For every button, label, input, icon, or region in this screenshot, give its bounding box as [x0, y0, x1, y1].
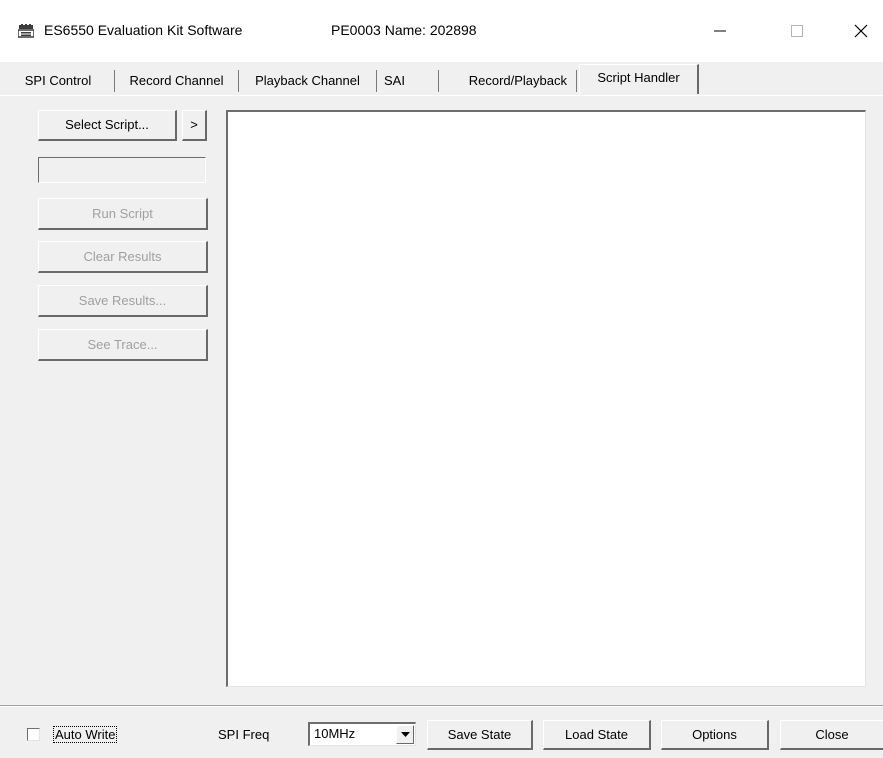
minimize-icon — [714, 30, 726, 32]
auto-write-checkbox[interactable] — [27, 728, 40, 741]
close-button[interactable]: Close — [780, 720, 883, 750]
tab-script-handler[interactable]: Script Handler — [579, 64, 699, 94]
tab-playback-channel[interactable]: Playback Channel — [239, 70, 377, 92]
load-state-label: Load State — [565, 727, 628, 742]
spi-freq-value: 10MHz — [314, 726, 356, 741]
close-window-button[interactable] — [838, 14, 883, 48]
tab-record-playback[interactable]: Record/Playback — [439, 70, 577, 92]
tab-spi-control[interactable]: SPI Control — [2, 70, 115, 92]
tab-label: Record Channel — [129, 73, 224, 88]
see-trace-button[interactable]: See Trace... — [38, 329, 208, 361]
window-subtitle: PE0003 Name: 202898 — [331, 22, 477, 38]
title-bar: ES6550 Evaluation Kit Software PE0003 Na… — [0, 0, 883, 62]
select-script-label: Select Script... — [65, 117, 149, 132]
window-title: ES6550 Evaluation Kit Software — [44, 22, 243, 38]
tab-label: Playback Channel — [255, 73, 360, 88]
spi-freq-dropdown-button[interactable] — [396, 725, 414, 744]
clear-results-button[interactable]: Clear Results — [38, 241, 208, 273]
see-trace-label: See Trace... — [87, 337, 158, 352]
save-state-button[interactable]: Save State — [427, 720, 533, 750]
tab-label: Record/Playback — [468, 73, 567, 88]
select-script-button[interactable]: Select Script... — [38, 110, 177, 141]
minimize-button[interactable] — [697, 14, 743, 48]
tab-label: SPI Control — [24, 73, 92, 88]
maximize-button[interactable] — [774, 14, 820, 48]
main-window: ES6550 Evaluation Kit Software PE0003 Na… — [0, 0, 883, 758]
script-path-field[interactable] — [38, 157, 206, 183]
app-icon — [18, 24, 34, 38]
options-label: Options — [692, 727, 737, 742]
options-button[interactable]: Options — [661, 720, 769, 750]
bottom-separator — [0, 705, 883, 707]
tab-strip: SPI Control Record Channel Playback Chan… — [0, 62, 883, 94]
close-icon — [854, 24, 868, 38]
save-results-label: Save Results... — [78, 293, 167, 308]
next-script-label: > — [190, 117, 198, 132]
spi-freq-select[interactable]: 10MHz — [308, 722, 416, 746]
tab-label: Script Handler — [597, 70, 680, 85]
save-results-button[interactable]: Save Results... — [38, 285, 208, 317]
load-state-button[interactable]: Load State — [543, 720, 651, 750]
run-script-button[interactable]: Run Script — [38, 198, 208, 230]
tab-record-channel[interactable]: Record Channel — [115, 70, 239, 92]
save-state-label: Save State — [447, 727, 512, 742]
tab-label: SAI — [384, 73, 405, 88]
spi-freq-label: SPI Freq — [218, 727, 270, 742]
maximize-icon — [791, 25, 803, 37]
tab-sai[interactable]: SAI — [377, 70, 439, 92]
next-script-button[interactable]: > — [182, 110, 207, 141]
tab-panel-border — [0, 95, 883, 96]
chevron-down-icon — [400, 732, 410, 737]
clear-results-label: Clear Results — [83, 249, 162, 264]
script-results-area[interactable] — [226, 110, 866, 687]
run-script-label: Run Script — [92, 206, 153, 221]
auto-write-label[interactable]: Auto Write — [53, 726, 118, 743]
close-label: Close — [815, 727, 849, 742]
